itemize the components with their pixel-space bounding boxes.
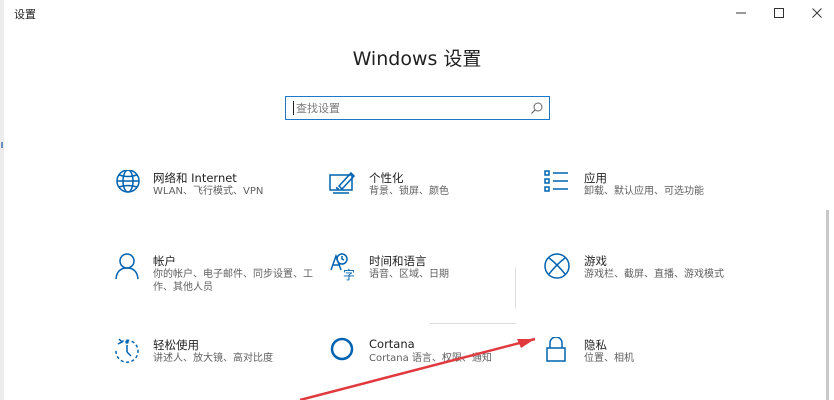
annotation-arrow xyxy=(299,337,536,400)
settings-window: 设置 Windows 设置 网络和 xyxy=(0,0,834,400)
